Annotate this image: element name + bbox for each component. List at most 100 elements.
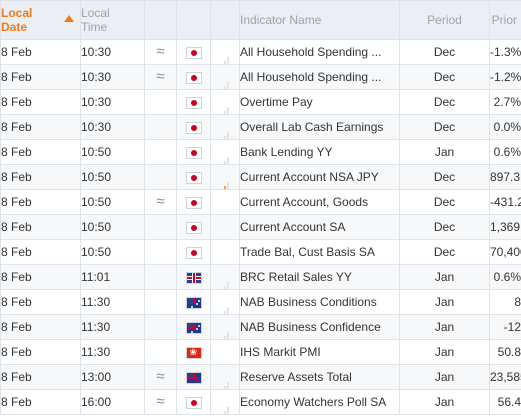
column-header-period[interactable]: Period	[399, 0, 490, 40]
table-row[interactable]: 8 Feb 11:30 NAB Business Confidence Jan -12	[0, 314, 521, 340]
prior-cell: 2.7%	[489, 89, 521, 115]
indicator-name-cell[interactable]: Overall Lab Cash Earnings	[239, 114, 400, 140]
hk-flag-icon	[185, 342, 202, 362]
indicator-name-cell[interactable]: All Household Spending ...	[239, 39, 400, 65]
local-date-cell: 8 Feb	[0, 114, 81, 140]
importance-cell	[210, 64, 240, 90]
prior-cell: -431.2...	[489, 189, 521, 215]
table-row[interactable]: 8 Feb 16:00 ≈ Economy Watchers Poll SA Jan 56…	[0, 389, 521, 415]
prior-cell: -1.2%	[489, 64, 521, 90]
importance-bars-icon	[221, 71, 230, 89]
table-row[interactable]: 8 Feb 10:30 Overall Lab Cash Earnings Dec 0.…	[0, 114, 521, 140]
table-row[interactable]: 8 Feb 10:30 ≈ All Household Spending ... Dec…	[0, 39, 521, 65]
local-time-cell: 10:50	[80, 139, 145, 165]
volatility-icon: ≈	[156, 393, 165, 410]
local-time-cell: 10:30	[80, 89, 145, 115]
period-cell: Jan	[399, 339, 490, 365]
table-row[interactable]: 8 Feb 10:30 ≈ All Household Spending ... Dec…	[0, 64, 521, 90]
period-cell: Jan	[399, 139, 490, 165]
indicator-name-cell[interactable]: Current Account NSA JPY	[239, 164, 400, 190]
country-cell	[176, 114, 211, 140]
local-time-cell: 11:30	[80, 289, 145, 315]
table-row[interactable]: 8 Feb 11:30 NAB Business Conditions Jan 8	[0, 289, 521, 315]
table-row[interactable]: 8 Feb11:30 IHS Markit PMIJan50.8	[0, 339, 521, 365]
volatility-icon: ≈	[156, 193, 165, 210]
column-header-country[interactable]	[176, 0, 211, 40]
indicator-name-cell[interactable]: Trade Bal, Cust Basis SA	[239, 239, 400, 265]
period-cell: Jan	[399, 389, 490, 415]
indicator-name-cell[interactable]: Reserve Assets Total	[239, 364, 400, 390]
prior-cell: 50.8	[489, 339, 521, 365]
local-date-label: Local Date	[1, 6, 33, 34]
volatility-icon: ≈	[156, 68, 165, 85]
table-row[interactable]: 8 Feb 10:50 Bank Lending YY Jan 0.6%	[0, 139, 521, 165]
volatility-cell	[144, 339, 177, 365]
importance-cell	[210, 214, 240, 240]
volatility-cell	[144, 239, 177, 265]
country-cell	[176, 364, 211, 390]
country-cell	[176, 139, 211, 165]
local-date-cell: 8 Feb	[0, 239, 81, 265]
indicator-name-cell[interactable]: Overtime Pay	[239, 89, 400, 115]
table-row[interactable]: 8 Feb 10:30 Overtime Pay Dec 2.7%	[0, 89, 521, 115]
table-row[interactable]: 8 Feb 11:01 BRC Retail Sales YY Jan 0.6%	[0, 264, 521, 290]
nz-flag-icon	[185, 371, 202, 384]
local-time-cell: 11:01	[80, 264, 145, 290]
table-row[interactable]: 8 Feb 10:50 Current Account NSA JPY Dec 897.…	[0, 164, 521, 190]
period-cell: Dec	[399, 89, 490, 115]
period-cell: Dec	[399, 164, 490, 190]
indicator-name-cell[interactable]: Economy Watchers Poll SA	[239, 389, 400, 415]
period-cell: Jan	[399, 314, 490, 340]
volatility-icon: ≈	[156, 368, 165, 385]
country-cell	[176, 289, 211, 315]
volatility-cell	[144, 114, 177, 140]
table-row[interactable]: 8 Feb10:50 Current Account SADec1,369,...	[0, 214, 521, 240]
importance-cell	[210, 239, 240, 265]
period-cell: Jan	[399, 264, 490, 290]
column-header-local-date[interactable]: Local Date	[0, 0, 81, 40]
country-cell	[176, 314, 211, 340]
country-cell	[176, 214, 211, 240]
column-header-importance[interactable]	[210, 0, 240, 40]
local-date-cell: 8 Feb	[0, 289, 81, 315]
prior-cell: 897.3B	[489, 164, 521, 190]
prior-cell: 23,585M	[489, 364, 521, 390]
indicator-name-cell[interactable]: BRC Retail Sales YY	[239, 264, 400, 290]
prior-cell: 70,400M	[489, 239, 521, 265]
local-time-cell: 10:30	[80, 39, 145, 65]
jp-flag-icon	[185, 146, 202, 159]
local-time-cell: 11:30	[80, 339, 145, 365]
volatility-cell: ≈	[144, 64, 177, 90]
local-time-cell: 10:30	[80, 64, 145, 90]
au-flag-icon	[185, 321, 202, 334]
local-date-cell: 8 Feb	[0, 339, 81, 365]
volatility-cell: ≈	[144, 364, 177, 390]
column-header-indicator-name[interactable]: Indicator Name	[239, 0, 400, 40]
indicator-name-cell[interactable]: Current Account, Goods	[239, 189, 400, 215]
indicator-name-cell[interactable]: NAB Business Confidence	[239, 314, 400, 340]
local-date-cell: 8 Feb	[0, 39, 81, 65]
indicator-name-cell[interactable]: NAB Business Conditions	[239, 289, 400, 315]
importance-cell	[210, 114, 240, 140]
header-row: Local Date Local Time Indicator Name Per…	[0, 0, 521, 40]
importance-bars-icon	[221, 396, 230, 414]
country-cell	[176, 164, 211, 190]
indicator-name-cell[interactable]: Current Account SA	[239, 214, 400, 240]
local-time-cell: 16:00	[80, 389, 145, 415]
column-header-prior[interactable]: Prior	[489, 0, 521, 40]
indicator-name-cell[interactable]: All Household Spending ...	[239, 64, 400, 90]
volatility-icon: ≈	[156, 43, 165, 60]
local-date-cell: 8 Feb	[0, 64, 81, 90]
table-row[interactable]: 8 Feb 10:50 ≈ Current Account, Goods Dec -431…	[0, 189, 521, 215]
volatility-cell	[144, 289, 177, 315]
jp-flag-icon	[185, 221, 202, 234]
indicator-name-cell[interactable]: Bank Lending YY	[239, 139, 400, 165]
column-header-volatility[interactable]	[144, 0, 177, 40]
table-row[interactable]: 8 Feb 10:50 Trade Bal, Cust Basis SA Dec 70,…	[0, 239, 521, 265]
period-cell: Dec	[399, 189, 490, 215]
importance-cell	[210, 289, 240, 315]
table-row[interactable]: 8 Feb13:00 ≈ Reserve Assets TotalJan23,585…	[0, 364, 521, 390]
local-time-cell: 10:50	[80, 164, 145, 190]
indicator-name-cell[interactable]: IHS Markit PMI	[239, 339, 400, 365]
column-header-local-time[interactable]: Local Time	[80, 0, 145, 40]
